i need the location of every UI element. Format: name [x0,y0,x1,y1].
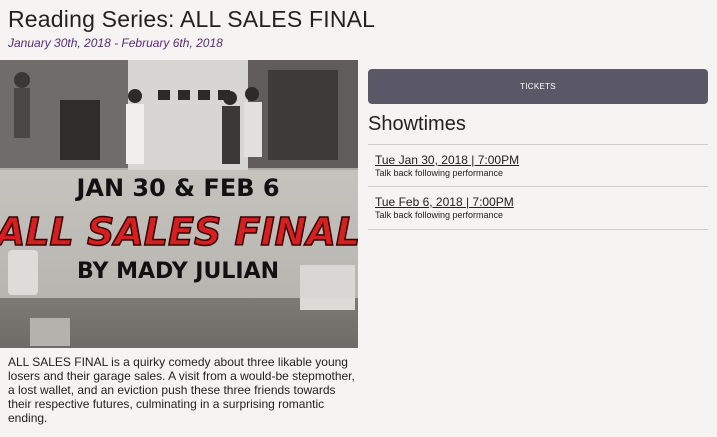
showtimes-heading: Showtimes [368,113,466,135]
showtime-link[interactable]: Tue Feb 6, 2018 | 7:00PM [375,195,705,209]
event-description: ALL SALES FINAL is a quirky comedy about… [8,355,355,425]
event-poster: JAN 30 & FEB 6 ALL SALES FINAL BY MADY J… [0,60,358,348]
showtime-link[interactable]: Tue Jan 30, 2018 | 7:00PM [375,153,705,167]
showtime-item: Tue Feb 6, 2018 | 7:00PM Talk back follo… [375,195,705,221]
showtime-item: Tue Jan 30, 2018 | 7:00PM Talk back foll… [375,153,705,179]
event-dates: January 30th, 2018 - February 6th, 2018 [8,36,223,50]
poster-author-text: BY MADY JULIAN [77,259,279,284]
page-title: Reading Series: ALL SALES FINAL [8,6,376,32]
showtime-note: Talk back following performance [375,210,504,220]
poster-dates-text: JAN 30 & FEB 6 [74,174,279,202]
poster-image: JAN 30 & FEB 6 ALL SALES FINAL BY MADY J… [0,60,358,348]
tickets-button[interactable]: TICKETS [368,69,708,104]
divider [368,229,708,230]
divider [368,144,708,145]
showtime-note: Talk back following performance [375,168,504,178]
poster-title-text: ALL SALES FINAL [0,210,358,254]
divider [368,186,708,187]
